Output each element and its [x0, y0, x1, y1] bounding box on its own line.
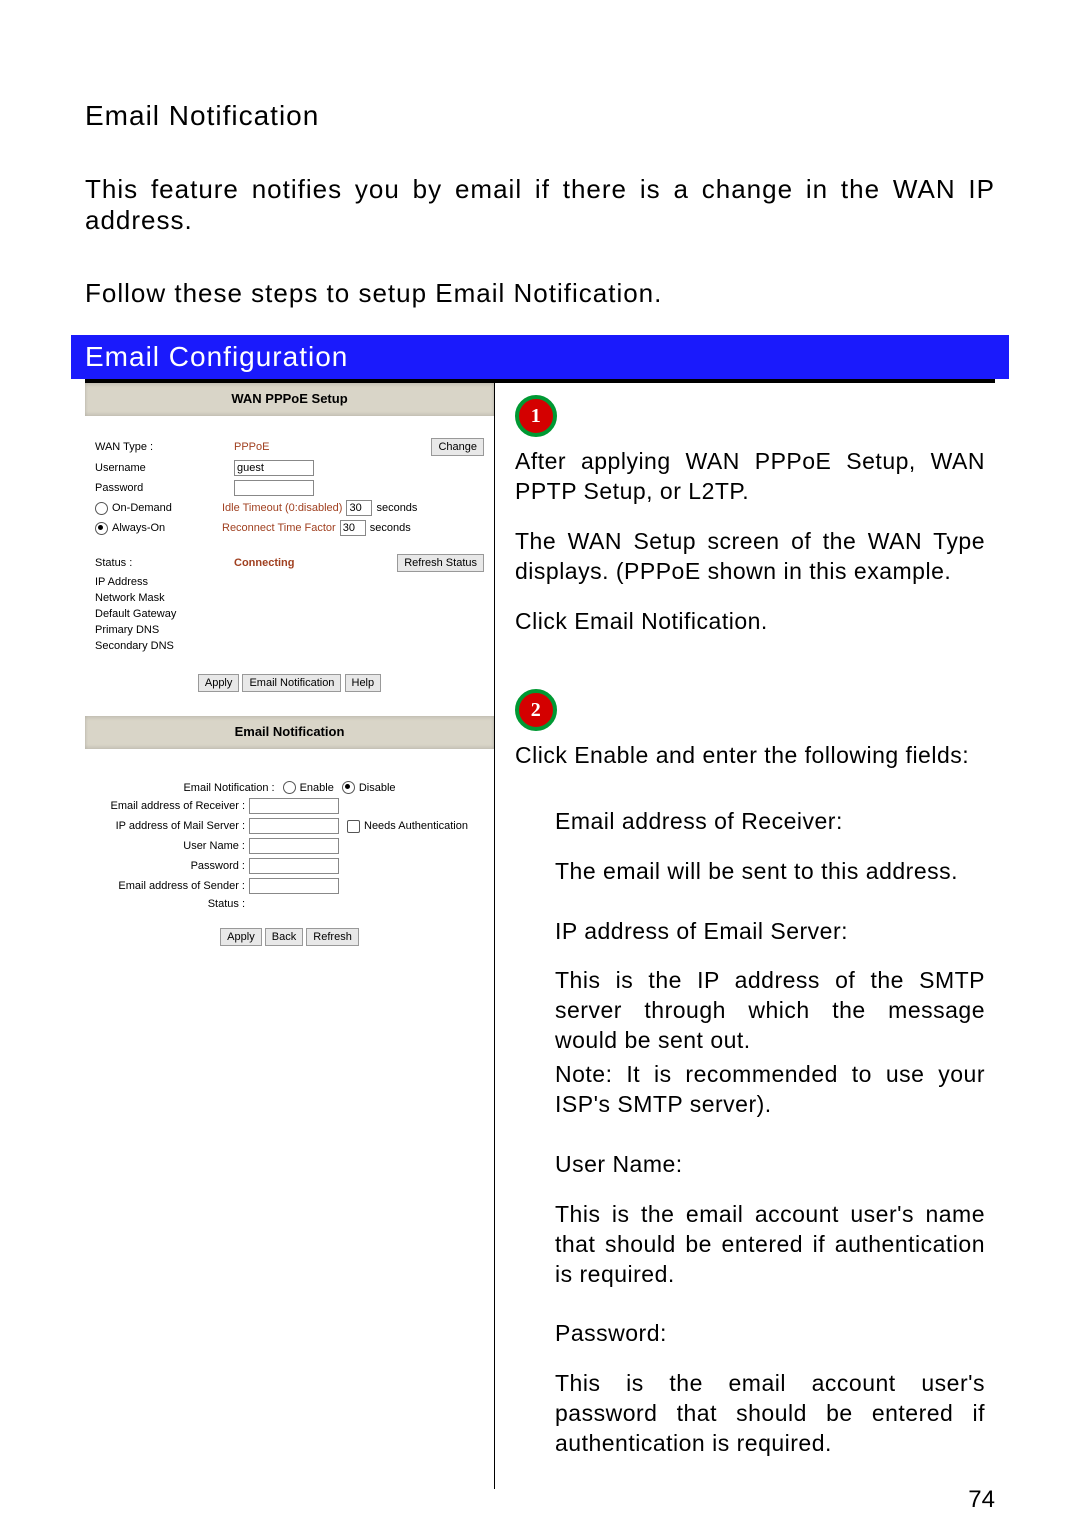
- server-heading: IP address of Email Server:: [515, 917, 985, 947]
- secondary-dns-label: Secondary DNS: [95, 640, 234, 652]
- password-label: Password: [95, 482, 234, 494]
- server-body: This is the IP address of the SMTP serve…: [515, 966, 985, 1056]
- wan-apply-button[interactable]: Apply: [198, 674, 240, 692]
- email-toggle-label: Email Notification :: [183, 782, 274, 794]
- follow-paragraph: Follow these steps to setup Email Notifi…: [85, 278, 995, 309]
- disable-label: Disable: [359, 782, 396, 794]
- auth-checkbox[interactable]: [347, 820, 360, 833]
- config-banner: Email Configuration: [71, 335, 1009, 379]
- receiver-body: The email will be sent to this address.: [515, 857, 985, 887]
- email-status-label: Status :: [95, 898, 249, 910]
- username-input[interactable]: [234, 460, 314, 476]
- enable-label: Enable: [300, 782, 334, 794]
- step-1-badge: 1: [515, 395, 557, 437]
- refresh-status-button[interactable]: Refresh Status: [397, 554, 484, 572]
- step-2-badge: 2: [515, 689, 557, 731]
- screenshot-column: WAN PPPoE Setup WAN Type : PPPoE Change …: [85, 383, 495, 1489]
- disable-radio[interactable]: [342, 781, 355, 794]
- step1-p2: The WAN Setup screen of the WAN Type dis…: [515, 527, 985, 587]
- ip-label: IP Address: [95, 576, 234, 588]
- change-button[interactable]: Change: [431, 438, 484, 456]
- gateway-label: Default Gateway: [95, 608, 234, 620]
- idle-seconds-label: seconds: [372, 502, 417, 514]
- server-input[interactable]: [249, 818, 339, 834]
- reconnect-label: Reconnect Time Factor: [222, 522, 336, 534]
- pass-body: This is the email account user's passwor…: [515, 1369, 985, 1459]
- always-on-radio[interactable]: [95, 522, 108, 535]
- auth-label: Needs Authentication: [364, 820, 468, 832]
- reconnect-input[interactable]: [340, 520, 366, 536]
- primary-dns-label: Primary DNS: [95, 624, 234, 636]
- steps-table: WAN PPPoE Setup WAN Type : PPPoE Change …: [85, 379, 995, 1489]
- user-body: This is the email account user's name th…: [515, 1200, 985, 1290]
- receiver-label: Email address of Receiver :: [95, 800, 249, 812]
- idle-label: Idle Timeout (0:disabled): [222, 502, 342, 514]
- step2-intro: Click Enable and enter the following fie…: [515, 741, 985, 771]
- intro-paragraph: This feature notifies you by email if th…: [85, 174, 995, 236]
- step1-p1: After applying WAN PPPoE Setup, WAN PPTP…: [515, 447, 985, 507]
- email-password-input[interactable]: [249, 858, 339, 874]
- password-input[interactable]: [234, 480, 314, 496]
- sender-label: Email address of Sender :: [95, 880, 249, 892]
- wan-help-button[interactable]: Help: [345, 674, 382, 692]
- reconnect-seconds-label: seconds: [366, 522, 411, 534]
- server-note: Note: It is recommended to use your ISP'…: [515, 1060, 985, 1120]
- instructions-column: 1 After applying WAN PPPoE Setup, WAN PP…: [495, 383, 995, 1489]
- username-label: Username: [95, 462, 234, 474]
- email-notification-panel: Email Notification Email Notification : …: [85, 716, 494, 952]
- enable-radio[interactable]: [283, 781, 296, 794]
- wan-type-label: WAN Type :: [95, 441, 234, 453]
- ondemand-label: On-Demand: [112, 502, 222, 514]
- pass-heading: Password:: [515, 1319, 985, 1349]
- receiver-input[interactable]: [249, 798, 339, 814]
- wan-pppoe-panel: WAN PPPoE Setup WAN Type : PPPoE Change …: [85, 383, 494, 698]
- status-value: Connecting: [234, 557, 397, 569]
- email-back-button[interactable]: Back: [265, 928, 303, 946]
- mask-label: Network Mask: [95, 592, 234, 604]
- email-refresh-button[interactable]: Refresh: [306, 928, 359, 946]
- email-apply-button[interactable]: Apply: [220, 928, 262, 946]
- sender-input[interactable]: [249, 878, 339, 894]
- email-panel-title: Email Notification: [85, 716, 494, 749]
- ondemand-radio[interactable]: [95, 502, 108, 515]
- user-label: User Name :: [95, 840, 249, 852]
- always-on-label: Always-On: [112, 522, 222, 534]
- page-number: 74: [968, 1486, 995, 1514]
- wan-type-value: PPPoE: [234, 441, 431, 453]
- wan-email-notification-button[interactable]: Email Notification: [242, 674, 341, 692]
- user-heading: User Name:: [515, 1150, 985, 1180]
- status-label: Status :: [95, 557, 234, 569]
- user-input[interactable]: [249, 838, 339, 854]
- wan-panel-title: WAN PPPoE Setup: [85, 383, 494, 416]
- step1-p3: Click Email Notification.: [515, 607, 985, 637]
- receiver-heading: Email address of Receiver:: [515, 807, 985, 837]
- server-label: IP address of Mail Server :: [95, 820, 249, 832]
- email-password-label: Password :: [95, 860, 249, 872]
- idle-timeout-input[interactable]: [346, 500, 372, 516]
- section-heading: Email Notification: [85, 100, 995, 132]
